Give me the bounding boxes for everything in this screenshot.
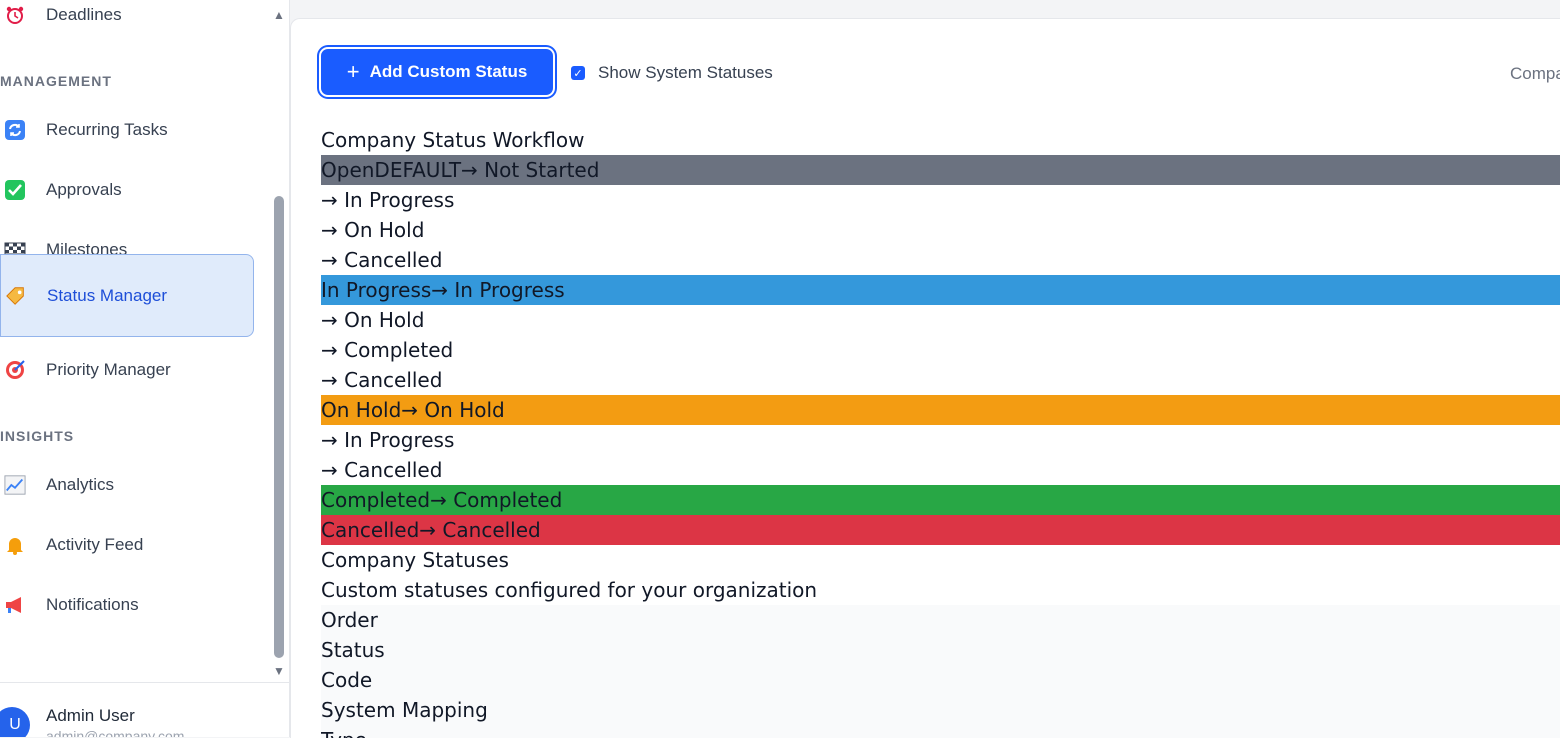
avatar: U (0, 707, 30, 737)
user-email: admin@company.com (46, 728, 185, 737)
sidebar-item-approvals[interactable]: Approvals (0, 161, 254, 219)
recurring-icon (4, 119, 26, 141)
status-header-row: OpenDEFAULT→ Not Started (321, 155, 1560, 185)
sidebar-item-recurring-tasks[interactable]: Recurring Tasks (0, 101, 254, 159)
alarm-clock-icon (4, 4, 26, 26)
main-panel: + Add Custom Status ✓ Show System Status… (290, 18, 1560, 738)
status-header-row: In Progress→ In Progress (321, 275, 1560, 305)
scroll-up-icon[interactable]: ▲ (273, 8, 285, 22)
add-button-label: Add Custom Status (369, 62, 528, 81)
sidebar-item-label: Status Manager (47, 285, 168, 305)
sidebar-item-label: Analytics (46, 475, 115, 494)
sidebar-item-deadlines[interactable]: Deadlines (0, 0, 254, 44)
workflow-row: Type (321, 725, 1560, 738)
workflow-row: → On Hold (321, 308, 425, 332)
sidebar-item-label: Recurring Tasks (46, 120, 168, 139)
workflow-row: Order (321, 605, 1560, 635)
status-header-row: On Hold→ On Hold (321, 395, 1560, 425)
sidebar-item-analytics[interactable]: Analytics (0, 456, 254, 514)
sidebar-item-priority-manager[interactable]: Priority Manager (0, 341, 254, 399)
target-icon (4, 359, 26, 381)
sidebar-item-label: Approvals (46, 180, 122, 199)
workflow-row: Custom statuses configured for your orga… (321, 578, 818, 602)
status-workflow-list: Company Status Workflow OpenDEFAULT→ Not … (321, 125, 1560, 738)
show-system-statuses-toggle[interactable]: ✓ Show System Statuses (571, 63, 773, 83)
workflow-row: Company Statuses (321, 548, 509, 572)
sidebar-item-activity-feed[interactable]: Activity Feed (0, 516, 254, 574)
status-header-row: Cancelled→ Cancelled (321, 515, 1560, 545)
workflow-row: System Mapping (321, 695, 1560, 725)
section-title-management: MANAGEMENT (0, 73, 112, 89)
workflow-row: Company Status Workflow (321, 128, 585, 152)
workflow-row: → Cancelled (321, 248, 443, 272)
sidebar-item-label: Deadlines (46, 5, 122, 24)
scroll-thumb[interactable] (274, 196, 284, 658)
show-system-statuses-checkbox[interactable]: ✓ (571, 66, 585, 80)
workflow-row: Code (321, 665, 1560, 695)
scroll-down-icon[interactable]: ▼ (273, 664, 285, 678)
sidebar-item-label: Priority Manager (46, 360, 171, 379)
sidebar: Deadlines MANAGEMENT Recurring Tasks App… (0, 0, 290, 737)
workflow-row: Status (321, 635, 1560, 665)
section-title-insights: INSIGHTS (0, 428, 75, 444)
workflow-row: → In Progress (321, 188, 455, 212)
workflow-row: → In Progress (321, 428, 455, 452)
workflow-row: → Cancelled (321, 368, 443, 392)
workflow-row: → Completed (321, 338, 454, 362)
show-system-statuses-label: Show System Statuses (598, 63, 773, 82)
user-name: Admin User (46, 706, 135, 725)
company-label: Compa (1510, 64, 1560, 83)
check-icon (4, 179, 26, 201)
user-profile[interactable]: U Admin User admin@company.com (0, 682, 289, 737)
bell-icon (4, 534, 26, 556)
workflow-row: → Cancelled (321, 458, 443, 482)
sidebar-item-label: Notifications (46, 595, 139, 614)
megaphone-icon (4, 594, 26, 616)
sidebar-item-status-manager[interactable]: Status Manager (0, 254, 254, 337)
tag-icon (5, 285, 27, 307)
status-header-row: Completed→ Completed (321, 485, 1560, 515)
sidebar-item-label: Activity Feed (46, 535, 144, 554)
sidebar-item-notifications[interactable]: Notifications (0, 576, 254, 634)
workflow-row: → On Hold (321, 218, 425, 242)
sidebar-scrollbar[interactable]: ▲ ▼ (272, 0, 288, 680)
add-custom-status-button[interactable]: + Add Custom Status (321, 49, 553, 95)
plus-icon: + (346, 59, 360, 84)
chart-icon (4, 474, 26, 496)
